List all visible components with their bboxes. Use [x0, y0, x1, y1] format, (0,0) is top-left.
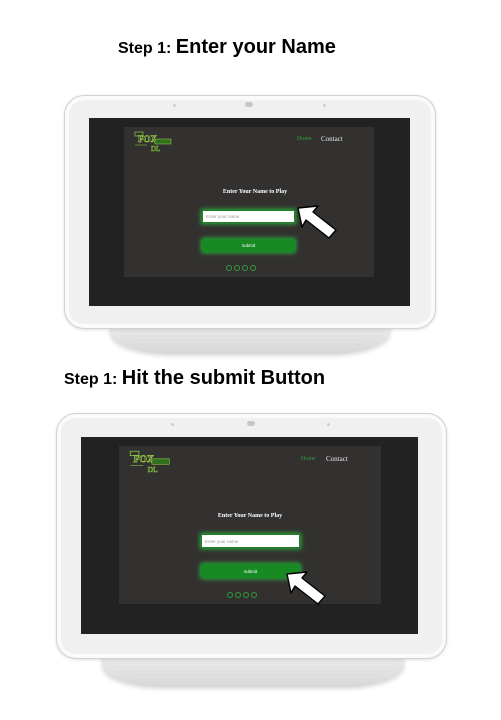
svg-text:FOX: FOX: [138, 134, 157, 144]
cursor-arrow-icon: [297, 205, 337, 239]
nav-home-link[interactable]: Home: [301, 456, 316, 462]
svg-text:FOX: FOX: [134, 454, 155, 465]
social-icon-2[interactable]: [234, 265, 240, 271]
app-screen-2: FOX DL Home Contact Enter Your Name to P…: [119, 446, 381, 604]
social-icon-3[interactable]: [243, 592, 249, 598]
play-prompt: Enter Your Name to Play: [222, 189, 288, 195]
step-2-title: Hit the submit Button: [121, 367, 326, 389]
device-1-sensor-right: [323, 104, 326, 107]
social-icons: [226, 265, 256, 271]
step-1-prefix: Step 1:: [118, 40, 172, 57]
step-2-caption: Step 1: Hit the submit Button: [64, 367, 325, 390]
step-2-prefix: Step 1:: [64, 371, 118, 388]
nav-contact-link[interactable]: Contact: [321, 135, 343, 143]
play-prompt: Enter Your Name to Play: [217, 513, 283, 519]
device-1-sensor-left: [173, 104, 176, 107]
camera-icon: [245, 102, 253, 107]
svg-text:DL: DL: [151, 145, 160, 153]
nav-contact-link[interactable]: Contact: [326, 455, 348, 463]
cursor-arrow-icon: [286, 571, 326, 605]
svg-text:DL: DL: [148, 465, 158, 474]
submit-button[interactable]: submit: [202, 239, 295, 252]
social-icon-1[interactable]: [227, 592, 233, 598]
step-1-caption: Step 1: Enter your Name: [118, 36, 336, 59]
fox-logo-icon: FOX DL: [134, 131, 172, 153]
social-icon-4[interactable]: [250, 265, 256, 271]
social-icon-3[interactable]: [242, 265, 248, 271]
social-icon-2[interactable]: [235, 592, 241, 598]
camera-icon: [247, 421, 255, 426]
social-icon-1[interactable]: [226, 265, 232, 271]
nav-home-link[interactable]: Home: [297, 136, 312, 142]
social-icon-4[interactable]: [251, 592, 257, 598]
step-1-title: Enter your Name: [175, 36, 336, 58]
device-2-sensor-left: [171, 423, 174, 426]
name-input[interactable]: [202, 210, 295, 223]
social-icons: [227, 592, 257, 598]
device-2-sensor-right: [327, 423, 330, 426]
name-input[interactable]: [201, 534, 300, 548]
fox-logo-icon: FOX DL: [129, 450, 170, 474]
